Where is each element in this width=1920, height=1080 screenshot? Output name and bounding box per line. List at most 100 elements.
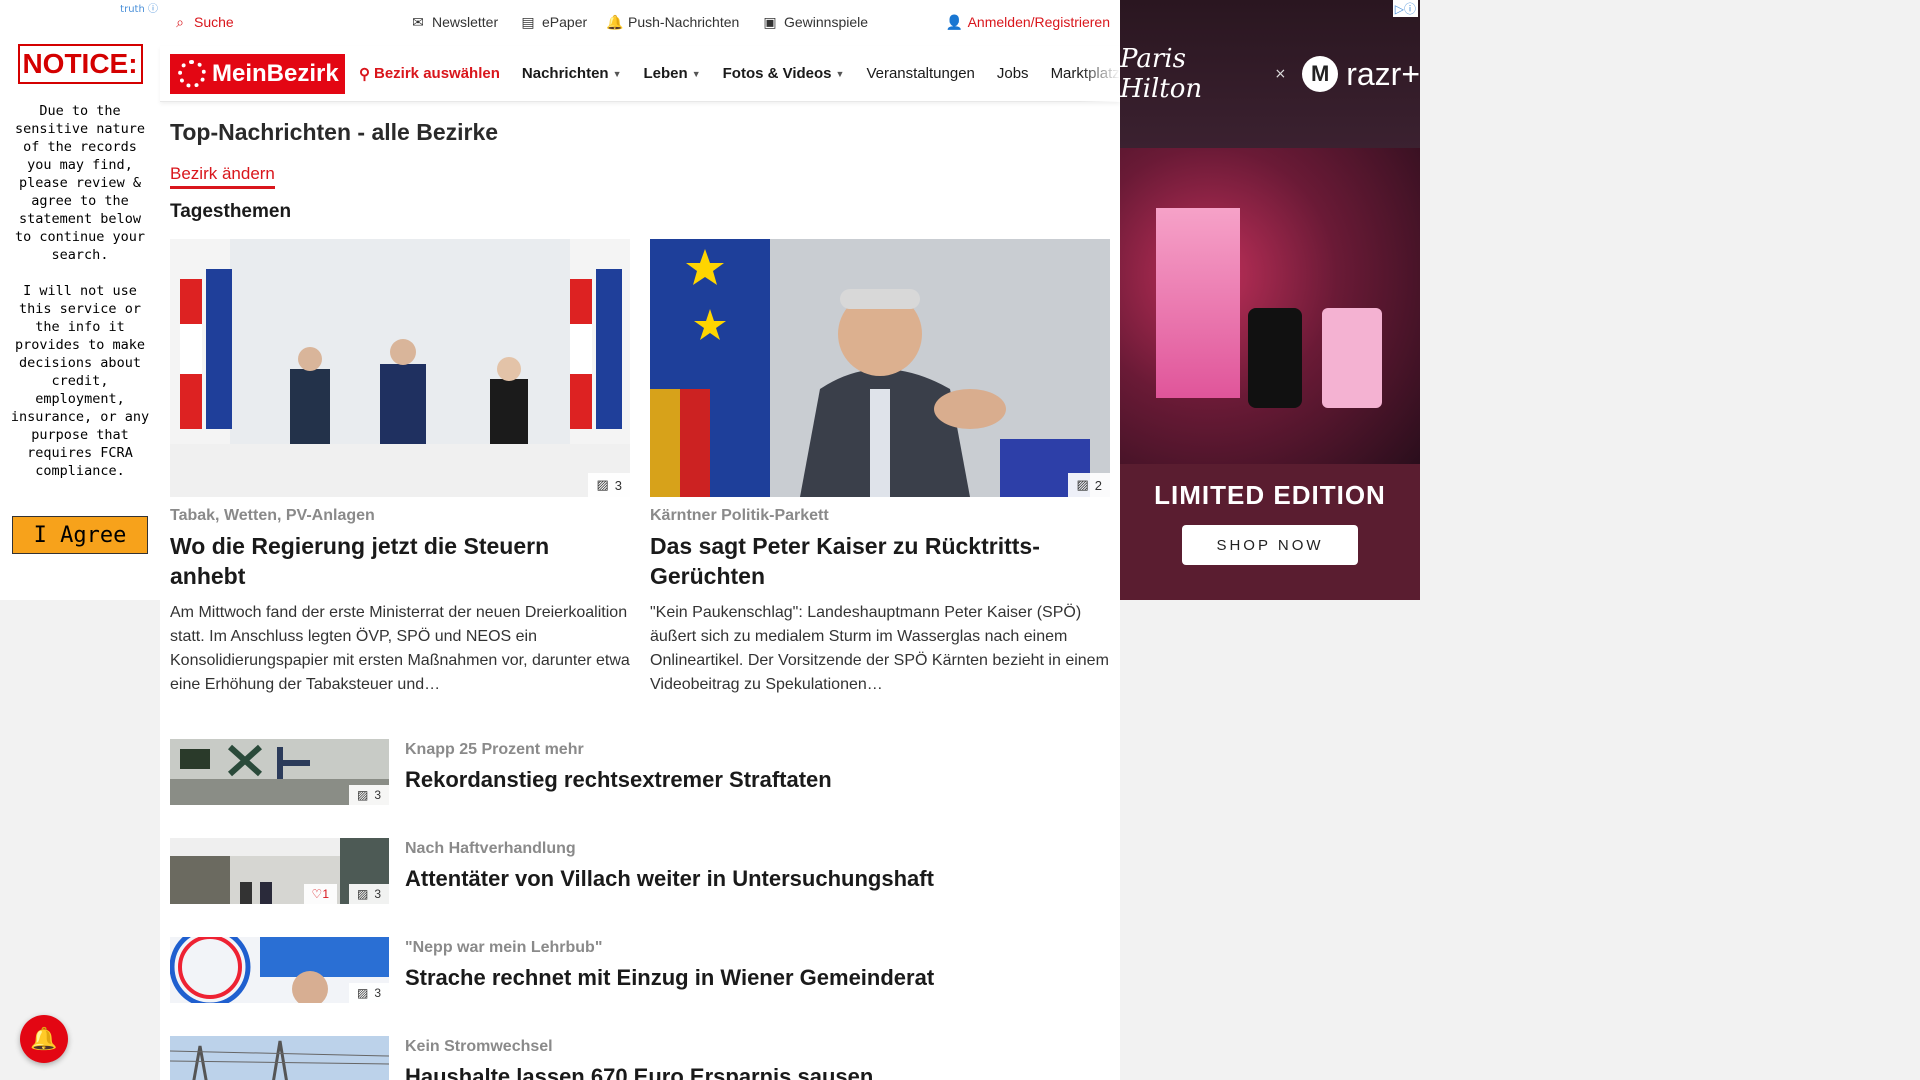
gewinnspiele-link[interactable]: ▣ Gewinnspiele	[762, 14, 868, 30]
likes-badge[interactable]: ♡1	[303, 884, 337, 904]
bell-icon: 🔔	[30, 1026, 58, 1052]
list-item[interactable]: ▨ 3 "Nepp war mein Lehrbub" Strache rechn…	[170, 937, 1110, 1003]
list-item[interactable]: Kein Stromwechsel Haushalte lassen 670 E…	[170, 1036, 1110, 1080]
newspaper-icon: ▤	[521, 14, 535, 30]
article-title[interactable]: Strache rechnet mit Einzug in Wiener Gem…	[405, 965, 934, 991]
change-bezirk-link[interactable]: Bezirk ändern	[170, 164, 275, 189]
bezirk-select[interactable]: ⚲ Bezirk auswählen	[359, 65, 500, 83]
gallery-icon: ▨	[356, 788, 369, 802]
bezirk-label: Bezirk auswählen	[374, 65, 500, 82]
power-lines-photo	[170, 1036, 389, 1080]
site-logo[interactable]: MeinBezirk	[170, 53, 345, 94]
push-link[interactable]: 🔔 Push-Nachrichten	[606, 14, 739, 30]
ad-signature: Paris Hilton	[1120, 44, 1203, 104]
heart-icon: ♡	[311, 887, 323, 901]
chevron-down-icon: ▼	[835, 68, 845, 79]
nav-label: Fotos & Videos	[722, 65, 832, 82]
login-link[interactable]: 👤 Anmelden/Registrieren	[946, 14, 1110, 30]
image-count: ▨ 3	[588, 473, 630, 497]
featured-cards: ▨ 3 Tabak, Wetten, PV-Anlagen Wo die Regi…	[170, 239, 1110, 697]
politician-photo	[650, 239, 1110, 497]
article-kicker: Tabak, Wetten, PV-Anlagen	[170, 507, 375, 524]
user-icon: 👤	[945, 14, 964, 30]
nav-label: Leben	[643, 65, 688, 82]
chevron-down-icon: ▼	[612, 68, 622, 79]
article-kicker: Kein Stromwechsel	[405, 1038, 553, 1055]
article-title[interactable]: Attentäter von Villach weiter in Untersu…	[405, 866, 934, 892]
utility-bar: ⌕ Suche ✉ Newsletter ▤ ePaper 🔔 Push-Nac…	[160, 0, 1120, 46]
newsletter-link[interactable]: ✉ Newsletter	[410, 14, 498, 30]
image-count-value: 3	[374, 788, 381, 802]
epaper-label: ePaper	[542, 14, 588, 30]
article-kicker: "Nepp war mein Lehrbub"	[405, 939, 603, 956]
nav-label: Veranstaltungen	[866, 65, 975, 82]
nav-item-fotos-videos[interactable]: Fotos & Videos ▼	[723, 65, 845, 82]
featured-card[interactable]: ▨ 3 Tabak, Wetten, PV-Anlagen Wo die Regi…	[170, 239, 630, 697]
article-title[interactable]: Haushalte lassen 670 Euro Ersparnis saus…	[405, 1064, 873, 1080]
ad-bottom: LIMITED EDITION SHOP NOW	[1120, 464, 1420, 600]
gift-icon: ▣	[763, 14, 777, 30]
notice-title: NOTICE:	[17, 44, 143, 84]
ad-x: ×	[1274, 66, 1287, 82]
article-title[interactable]: Das sagt Peter Kaiser zu Rücktritts-Gerü…	[650, 531, 1110, 591]
article-thumbnail[interactable]: ▨ 3	[170, 739, 389, 805]
notification-bell-button[interactable]: 🔔	[20, 1015, 68, 1063]
article-thumbnail[interactable]: ▨ 3	[170, 937, 389, 1003]
press-conference-photo	[170, 239, 630, 497]
agree-button[interactable]: I Agree	[12, 516, 148, 554]
search-link[interactable]: ⌕ Suche	[172, 14, 234, 30]
article-kicker: Nach Haftverhandlung	[405, 840, 576, 857]
product-box	[1156, 208, 1240, 398]
main-nav: MeinBezirk ⚲ Bezirk auswählen Nachrichte…	[160, 46, 1120, 102]
article-image[interactable]: ▨ 3	[170, 239, 630, 497]
nav-item-leben[interactable]: Leben ▼	[644, 65, 701, 82]
article-thumbnail[interactable]	[170, 1036, 389, 1080]
article-list: ▨ 3 Knapp 25 Prozent mehr Rekordanstieg r…	[170, 739, 1110, 1080]
right-ad[interactable]: ▷ⓘ Paris Hilton × M razr+ LIMITED EDITIO…	[1120, 0, 1420, 600]
article-thumbnail[interactable]: ♡1 ▨ 3	[170, 838, 389, 904]
product-phone	[1248, 308, 1302, 408]
shop-now-button[interactable]: SHOP NOW	[1182, 525, 1358, 565]
nav-item-veranstaltungen[interactable]: Veranstaltungen	[866, 65, 974, 82]
newsletter-label: Newsletter	[432, 14, 499, 30]
likes-count: 1	[322, 887, 329, 901]
ad-choices-badge[interactable]: truth ⓘ	[120, 0, 158, 15]
image-count-value: 3	[614, 477, 622, 493]
ad-brand-name: razr+	[1346, 55, 1420, 92]
chevron-down-icon: ▼	[691, 68, 701, 79]
product-case	[1322, 308, 1382, 408]
logo-icon	[178, 59, 206, 88]
list-item[interactable]: ▨ 3 Knapp 25 Prozent mehr Rekordanstieg r…	[170, 739, 1110, 805]
content: Top-Nachrichten - alle Bezirke Bezirk än…	[160, 119, 1120, 1080]
image-count: ▨ 3	[348, 884, 389, 904]
ad-choices-icon[interactable]: ▷ⓘ	[1392, 0, 1418, 17]
image-count-value: 3	[374, 986, 381, 1000]
nav-item-nachrichten[interactable]: Nachrichten ▼	[522, 65, 622, 82]
ad-brand: M razr+	[1302, 56, 1420, 93]
login-label: Anmelden/Registrieren	[967, 14, 1110, 30]
epaper-link[interactable]: ▤ ePaper	[520, 14, 587, 30]
nav-fade	[1080, 46, 1120, 102]
search-icon: ⌕	[176, 14, 184, 30]
article-title[interactable]: Wo die Regierung jetzt die Steuern anheb…	[170, 531, 630, 591]
image-count: ▨ 2	[1068, 473, 1110, 497]
nav-item-jobs[interactable]: Jobs	[997, 65, 1029, 82]
article-title[interactable]: Rekordanstieg rechtsextremer Straftaten	[405, 767, 832, 793]
bell-icon: 🔔	[606, 14, 624, 30]
article-kicker: Kärntner Politik-Parkett	[650, 507, 829, 524]
list-item[interactable]: ♡1 ▨ 3 Nach Haftverhandlung Attentäter vo…	[170, 838, 1110, 904]
image-count-value: 2	[1094, 477, 1102, 493]
featured-card[interactable]: ▨ 2 Kärntner Politik-Parkett Das sagt Pet…	[650, 239, 1110, 697]
page-title: Top-Nachrichten - alle Bezirke	[170, 119, 499, 145]
article-teaser: Am Mittwoch fand der erste Ministerrat d…	[170, 604, 630, 693]
article-image[interactable]: ▨ 2	[650, 239, 1110, 497]
ad-headline: LIMITED EDITION	[1154, 480, 1386, 510]
gewinnspiele-label: Gewinnspiele	[784, 14, 869, 30]
gallery-icon: ▨	[596, 477, 609, 492]
motorola-logo-icon: M	[1302, 56, 1339, 92]
logo-text: MeinBezirk	[212, 59, 339, 87]
image-count: ▨ 3	[348, 983, 389, 1003]
article-kicker: Knapp 25 Prozent mehr	[405, 741, 584, 758]
left-ad[interactable]: truth ⓘ NOTICE: Due to the sensitive nat…	[0, 0, 160, 600]
nav-label: Jobs	[996, 65, 1029, 82]
